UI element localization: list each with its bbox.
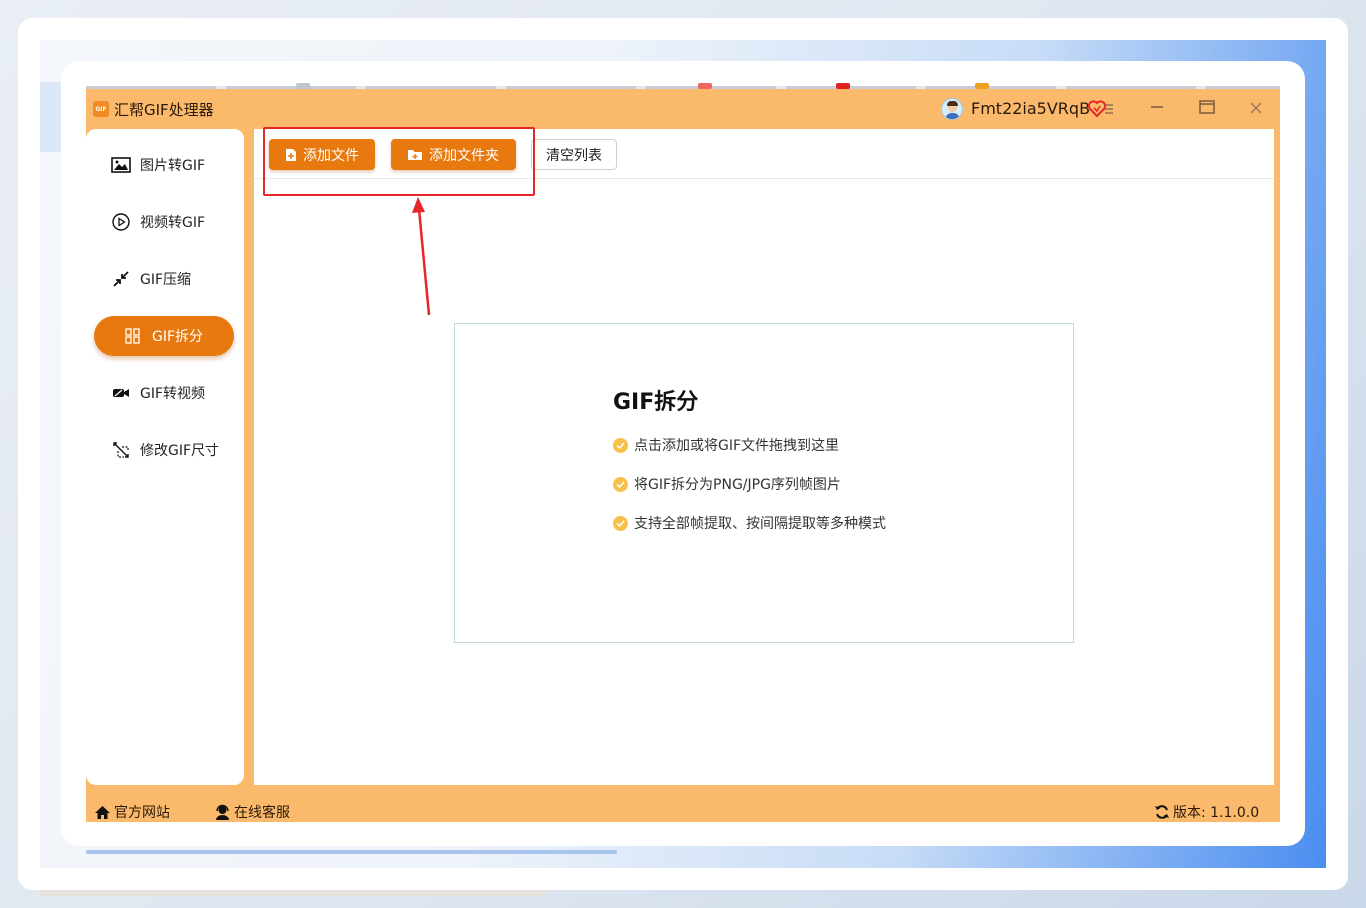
sidebar-item-gif-to-video[interactable]: GIF转视频	[94, 373, 234, 413]
sidebar-item-label: GIF压缩	[140, 272, 192, 288]
sidebar-item-resize-gif[interactable]: 修改GIF尺寸	[94, 430, 234, 470]
username[interactable]: Fmt22ia5VRqB	[971, 99, 1090, 118]
sidebar-item-label: GIF转视频	[140, 386, 206, 402]
app-window: GIF 汇帮GIF处理器 Fmt22ia5VRqB 图片转GIF 视频转GIF …	[86, 89, 1280, 822]
tip-text: 点击添加或将GIF文件拖拽到这里	[634, 438, 840, 454]
split-grid-icon	[122, 327, 144, 345]
sidebar-item-gif-split[interactable]: GIF拆分	[94, 316, 234, 356]
add-folder-icon	[407, 148, 423, 161]
tip-text: 将GIF拆分为PNG/JPG序列帧图片	[634, 477, 841, 493]
maximize-icon[interactable]	[1192, 97, 1222, 121]
website-link[interactable]: 官方网站	[94, 802, 170, 822]
support-label: 在线客服	[234, 805, 290, 821]
headset-icon	[214, 804, 231, 820]
drop-zone-title: GIF拆分	[613, 390, 699, 415]
sidebar: 图片转GIF 视频转GIF GIF压缩 GIF拆分 GIF转视频 修改GIF尺寸	[86, 129, 244, 785]
add-file-icon	[285, 148, 297, 162]
sidebar-item-image-to-gif[interactable]: 图片转GIF	[94, 145, 234, 185]
support-link[interactable]: 在线客服	[214, 802, 290, 822]
app-logo: GIF	[93, 101, 109, 117]
check-icon	[613, 437, 628, 453]
vip-heart-icon[interactable]	[1087, 100, 1114, 122]
sidebar-item-video-to-gif[interactable]: 视频转GIF	[94, 202, 234, 242]
sidebar-item-label: 图片转GIF	[140, 158, 206, 174]
sidebar-item-label: 视频转GIF	[140, 215, 206, 231]
website-label: 官方网站	[114, 805, 170, 821]
main-content: 添加文件 添加文件夹 清空列表 GIF拆分 点击添加或将GIF文件拖拽到这里 将…	[254, 127, 1274, 785]
title-bar: GIF 汇帮GIF处理器 Fmt22ia5VRqB	[86, 89, 1280, 129]
version-info[interactable]: 版本: 1.1.0.0	[1154, 802, 1259, 822]
check-icon	[613, 515, 628, 531]
tip-item: 支持全部帧提取、按间隔提取等多种模式	[613, 513, 886, 533]
minimize-icon[interactable]	[1142, 97, 1172, 121]
add-file-label: 添加文件	[303, 147, 359, 164]
avatar[interactable]	[941, 98, 963, 120]
add-file-button[interactable]: 添加文件	[269, 139, 375, 170]
clear-list-button[interactable]: 清空列表	[531, 139, 617, 170]
add-folder-label: 添加文件夹	[429, 147, 499, 164]
tip-item: 将GIF拆分为PNG/JPG序列帧图片	[613, 474, 841, 494]
annotation-arrow-icon	[412, 197, 431, 316]
resize-icon	[110, 441, 132, 459]
bottom-shadow	[40, 890, 545, 896]
tip-text: 支持全部帧提取、按间隔提取等多种模式	[634, 516, 886, 532]
footer: 官方网站 在线客服 版本: 1.1.0.0	[86, 785, 1280, 822]
add-folder-button[interactable]: 添加文件夹	[391, 139, 516, 170]
image-icon	[110, 156, 132, 174]
sidebar-item-label: 修改GIF尺寸	[140, 443, 220, 459]
video-camera-icon	[110, 384, 132, 402]
close-icon[interactable]	[1241, 97, 1271, 121]
check-icon	[613, 476, 628, 492]
version-label: 版本: 1.1.0.0	[1173, 805, 1260, 821]
tip-item: 点击添加或将GIF文件拖拽到这里	[613, 435, 839, 455]
sidebar-item-label: GIF拆分	[152, 329, 204, 345]
compress-icon	[110, 270, 132, 288]
app-title: 汇帮GIF处理器	[114, 101, 214, 119]
play-icon	[110, 213, 132, 231]
toolbar-divider	[254, 178, 1274, 179]
refresh-icon	[1154, 804, 1170, 820]
home-icon	[94, 805, 111, 820]
sidebar-item-gif-compress[interactable]: GIF压缩	[94, 259, 234, 299]
drop-zone[interactable]: GIF拆分 点击添加或将GIF文件拖拽到这里 将GIF拆分为PNG/JPG序列帧…	[454, 323, 1074, 643]
horizontal-scrollbar[interactable]	[86, 850, 617, 854]
